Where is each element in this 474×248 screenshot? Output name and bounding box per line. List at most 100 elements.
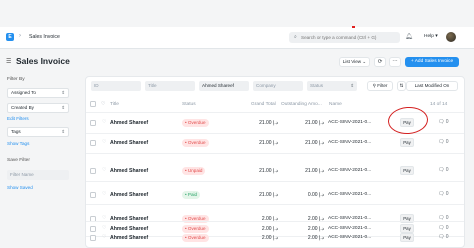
column-outstanding: Outstanding Amo... xyxy=(281,102,322,107)
table-row[interactable]: ♡ Ahmed Shareef • Overdue 2.00 د.إ 2.00 … xyxy=(86,229,464,248)
page-title: Sales Invoice xyxy=(16,56,70,66)
heart-icon[interactable]: ♡ xyxy=(102,167,106,173)
row-title[interactable]: Ahmed Shareef xyxy=(110,235,148,241)
id-filter-input[interactable]: ID xyxy=(91,81,141,91)
divider xyxy=(86,204,464,205)
customer-filter-input[interactable]: Ahmed Shareef xyxy=(199,81,249,91)
comment-count-value: 0 xyxy=(445,139,449,145)
company-filter-input[interactable]: Company xyxy=(253,81,303,91)
table-row[interactable]: ♡ Ahmed Shareef • Unpaid 21.00 د.إ 21.00… xyxy=(86,162,464,181)
chevron-updown-icon: ⇕ xyxy=(61,90,65,95)
status-filter-select[interactable]: Status ⇕ xyxy=(307,81,357,91)
row-checkbox[interactable] xyxy=(90,168,96,174)
row-checkbox[interactable] xyxy=(90,235,96,241)
outstanding-amount: 2.00 د.إ xyxy=(307,235,324,241)
edit-filters-link[interactable]: Edit Filters xyxy=(7,116,29,121)
status-badge: • Overdue xyxy=(182,119,209,127)
status-badge: • Overdue xyxy=(182,234,209,242)
invoice-name[interactable]: ACC-SINV-2021-0... xyxy=(328,120,371,125)
avatar[interactable] xyxy=(445,31,457,43)
awesome-bar[interactable]: ⌕ xyxy=(289,32,400,43)
tags-label: Tags xyxy=(11,129,21,134)
navbar xyxy=(0,27,474,49)
row-checkbox[interactable] xyxy=(90,192,96,198)
outstanding-amount: 21.00 د.إ xyxy=(305,140,324,146)
comment-count-value: 0 xyxy=(445,234,449,240)
divider xyxy=(86,181,464,182)
pay-button[interactable]: Pay xyxy=(400,166,414,175)
row-checkbox[interactable] xyxy=(90,140,96,146)
chevron-updown-icon: ⇕ xyxy=(61,105,65,110)
refresh-icon[interactable]: ⟳ xyxy=(374,57,386,67)
comment-count[interactable]: 🗨︎ 0 xyxy=(438,234,449,240)
row-title[interactable]: Ahmed Shareef xyxy=(110,168,148,174)
search-icon: ⌕ xyxy=(294,34,297,40)
pay-button[interactable]: Pay xyxy=(400,233,414,242)
select-all-checkbox[interactable] xyxy=(90,100,96,110)
chevron-updown-icon: ⇕ xyxy=(61,129,65,134)
heart-icon[interactable]: ♡ xyxy=(102,119,106,125)
annotation-mark xyxy=(352,26,355,28)
show-tags-link[interactable]: Show Tags xyxy=(7,141,29,146)
show-saved-link[interactable]: Show Saved xyxy=(7,185,33,190)
comment-icon: 🗨︎ xyxy=(438,234,445,240)
comment-count[interactable]: 🗨︎ 0 xyxy=(438,191,449,197)
outstanding-amount: 21.00 د.إ xyxy=(305,120,324,126)
invoice-name[interactable]: ACC-SINV-2021-0... xyxy=(328,140,371,145)
column-name: Name xyxy=(329,102,342,107)
breadcrumb[interactable]: Sales Invoice xyxy=(29,34,60,40)
table-row[interactable]: ♡ Ahmed Shareef • Overdue 21.00 د.إ 21.0… xyxy=(86,134,464,153)
status-filter-label: Status xyxy=(310,83,324,88)
comment-icon: 🗨︎ xyxy=(438,167,445,173)
sidebar-toggle-icon[interactable]: ☰ xyxy=(6,58,11,65)
status-text: Overdue xyxy=(187,140,206,145)
app-logo[interactable]: E xyxy=(6,33,14,41)
status-text: Unpaid xyxy=(187,168,203,173)
filter-button[interactable]: ⚲ Filter xyxy=(367,81,393,91)
invoice-name[interactable]: ACC-SINV-2021-0... xyxy=(328,168,371,173)
comment-count[interactable]: 🗨︎ 0 xyxy=(438,167,449,173)
invoice-name[interactable]: ACC-SINV-2021-0... xyxy=(328,192,371,197)
assigned-to-select[interactable]: Assigned To ⇕ xyxy=(7,88,69,98)
comment-icon: 🗨︎ xyxy=(438,119,445,125)
filter-name-input[interactable]: Filter Name xyxy=(7,170,69,180)
created-by-select[interactable]: Created By ⇕ xyxy=(7,103,69,113)
heart-icon[interactable]: ♡ xyxy=(102,191,106,197)
comment-icon: 🗨︎ xyxy=(438,191,445,197)
row-checkbox[interactable] xyxy=(90,120,96,126)
notification-bell-icon[interactable]: 🔔︎ xyxy=(405,33,413,40)
status-badge: • Paid xyxy=(182,191,201,199)
more-options-icon[interactable]: ··· xyxy=(389,57,401,67)
invoice-name[interactable]: ACC-SINV-2021-0... xyxy=(328,235,371,240)
table-row[interactable]: ♡ Ahmed Shareef • Paid 21.00 د.إ 0.00 د.… xyxy=(86,186,464,205)
heart-icon: ♡ xyxy=(101,102,106,107)
comment-count[interactable]: 🗨︎ 0 xyxy=(438,119,449,125)
outstanding-amount: 21.00 د.إ xyxy=(305,168,324,174)
help-dropdown[interactable]: Help ▾ xyxy=(424,34,438,39)
status-badge: • Unpaid xyxy=(182,167,206,175)
title-filter-input[interactable]: Title xyxy=(145,81,195,91)
tags-select[interactable]: Tags ⇕ xyxy=(7,127,69,137)
pay-button[interactable]: Pay xyxy=(400,138,414,147)
search-input[interactable] xyxy=(301,34,397,41)
heart-icon[interactable]: ♡ xyxy=(102,139,106,145)
row-title[interactable]: Ahmed Shareef xyxy=(110,140,148,146)
sort-order-icon[interactable]: ⇅ xyxy=(397,81,406,91)
chevron-updown-icon: ⇕ xyxy=(350,83,354,88)
heart-icon[interactable]: ♡ xyxy=(102,234,106,240)
grand-total: 21.00 د.إ xyxy=(259,120,278,126)
row-title[interactable]: Ahmed Shareef xyxy=(110,192,148,198)
list-view-button[interactable]: List View ⌄ xyxy=(339,57,370,67)
assigned-to-label: Assigned To xyxy=(11,90,36,95)
record-count: 14 of 14 xyxy=(430,102,448,107)
add-sales-invoice-button[interactable]: + Add Sales Invoice xyxy=(405,57,459,67)
save-filter-label: Save Filter xyxy=(7,158,30,163)
filter-button-label: Filter xyxy=(377,83,388,88)
comment-count[interactable]: 🗨︎ 0 xyxy=(438,139,449,145)
status-badge: • Overdue xyxy=(182,139,209,147)
page-head xyxy=(0,49,474,74)
divider xyxy=(86,153,464,154)
grand-total: 21.00 د.إ xyxy=(259,168,278,174)
sort-by-button[interactable]: Last Modified On xyxy=(406,81,458,91)
row-title[interactable]: Ahmed Shareef xyxy=(110,120,148,126)
